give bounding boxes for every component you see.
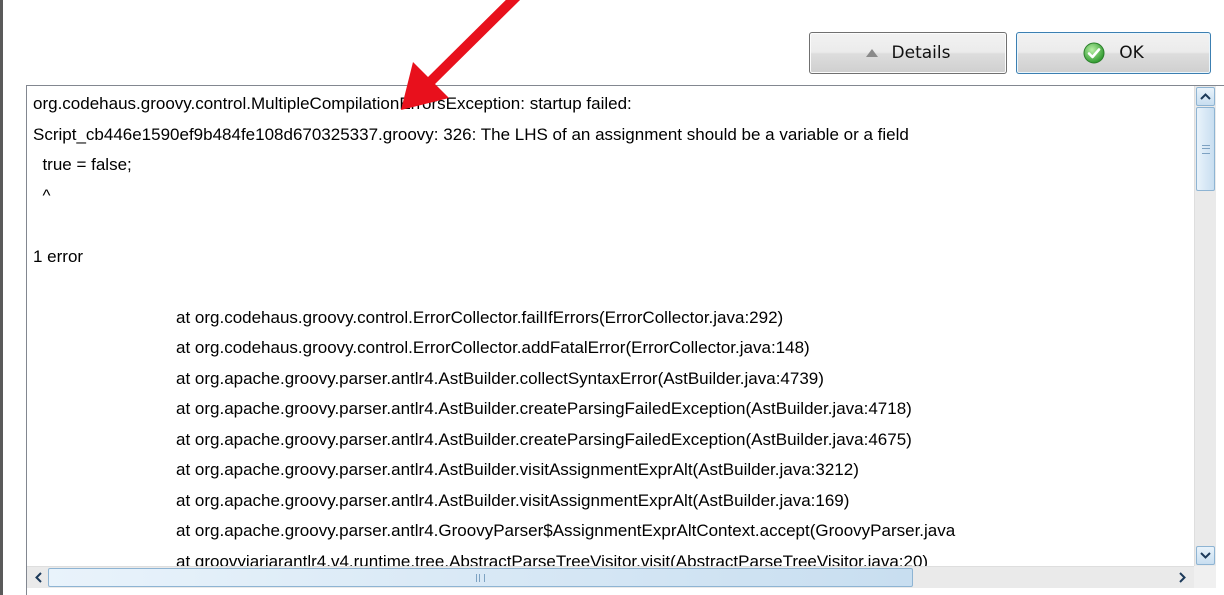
thumb-grip-icon: [476, 573, 485, 582]
error-text: org.codehaus.groovy.control.MultipleComp…: [33, 89, 1193, 569]
error-line: org.codehaus.groovy.control.MultipleComp…: [33, 94, 632, 113]
thumb-grip-icon: [1201, 144, 1210, 154]
check-circle-icon: [1083, 42, 1105, 64]
window-left-border: [0, 0, 3, 595]
stack-trace-line: at org.apache.groovy.parser.antlr4.AstBu…: [176, 368, 824, 388]
error-line: [33, 211, 1193, 242]
scroll-up-button[interactable]: [1196, 87, 1215, 106]
vertical-scrollbar[interactable]: [1194, 86, 1216, 566]
scrollbar-corner: [1194, 566, 1216, 588]
error-line: ^: [33, 185, 51, 205]
stack-trace-line: at org.codehaus.groovy.control.ErrorColl…: [176, 307, 784, 327]
triangle-up-icon: [865, 49, 878, 57]
details-button[interactable]: Details: [809, 32, 1007, 74]
stack-trace-line: at org.codehaus.groovy.control.ErrorColl…: [176, 338, 810, 357]
chevron-left-icon: [35, 572, 42, 583]
stack-trace-line: at org.apache.groovy.parser.antlr4.AstBu…: [176, 490, 850, 510]
scroll-right-button[interactable]: [1173, 568, 1192, 587]
horizontal-scroll-thumb[interactable]: [48, 568, 913, 587]
scroll-down-button[interactable]: [1196, 546, 1215, 565]
ok-button[interactable]: OK: [1016, 32, 1211, 74]
error-line: true = false;: [33, 155, 132, 174]
stack-trace-line: at org.apache.groovy.parser.antlr4.AstBu…: [176, 460, 859, 479]
stack-trace-line: at org.apache.groovy.parser.antlr4.AstBu…: [176, 429, 912, 449]
ok-button-label: OK: [1119, 43, 1144, 63]
vertical-scroll-thumb[interactable]: [1196, 107, 1215, 191]
chevron-right-icon: [1179, 572, 1186, 583]
error-line: [33, 272, 1193, 303]
stack-trace-line: at org.apache.groovy.parser.antlr4.Groov…: [176, 521, 956, 540]
scroll-left-button[interactable]: [29, 568, 48, 587]
chevron-up-icon: [1200, 93, 1211, 100]
error-line: Script_cb446e1590ef9b484fe108d670325337.…: [33, 124, 909, 144]
error-details-textarea[interactable]: org.codehaus.groovy.control.MultipleComp…: [26, 85, 1224, 595]
details-button-label: Details: [891, 43, 951, 63]
stack-trace-line: at org.apache.groovy.parser.antlr4.AstBu…: [176, 399, 912, 418]
horizontal-scrollbar[interactable]: [27, 566, 1194, 588]
error-line: 1 error: [33, 246, 84, 266]
chevron-down-icon: [1200, 552, 1211, 559]
